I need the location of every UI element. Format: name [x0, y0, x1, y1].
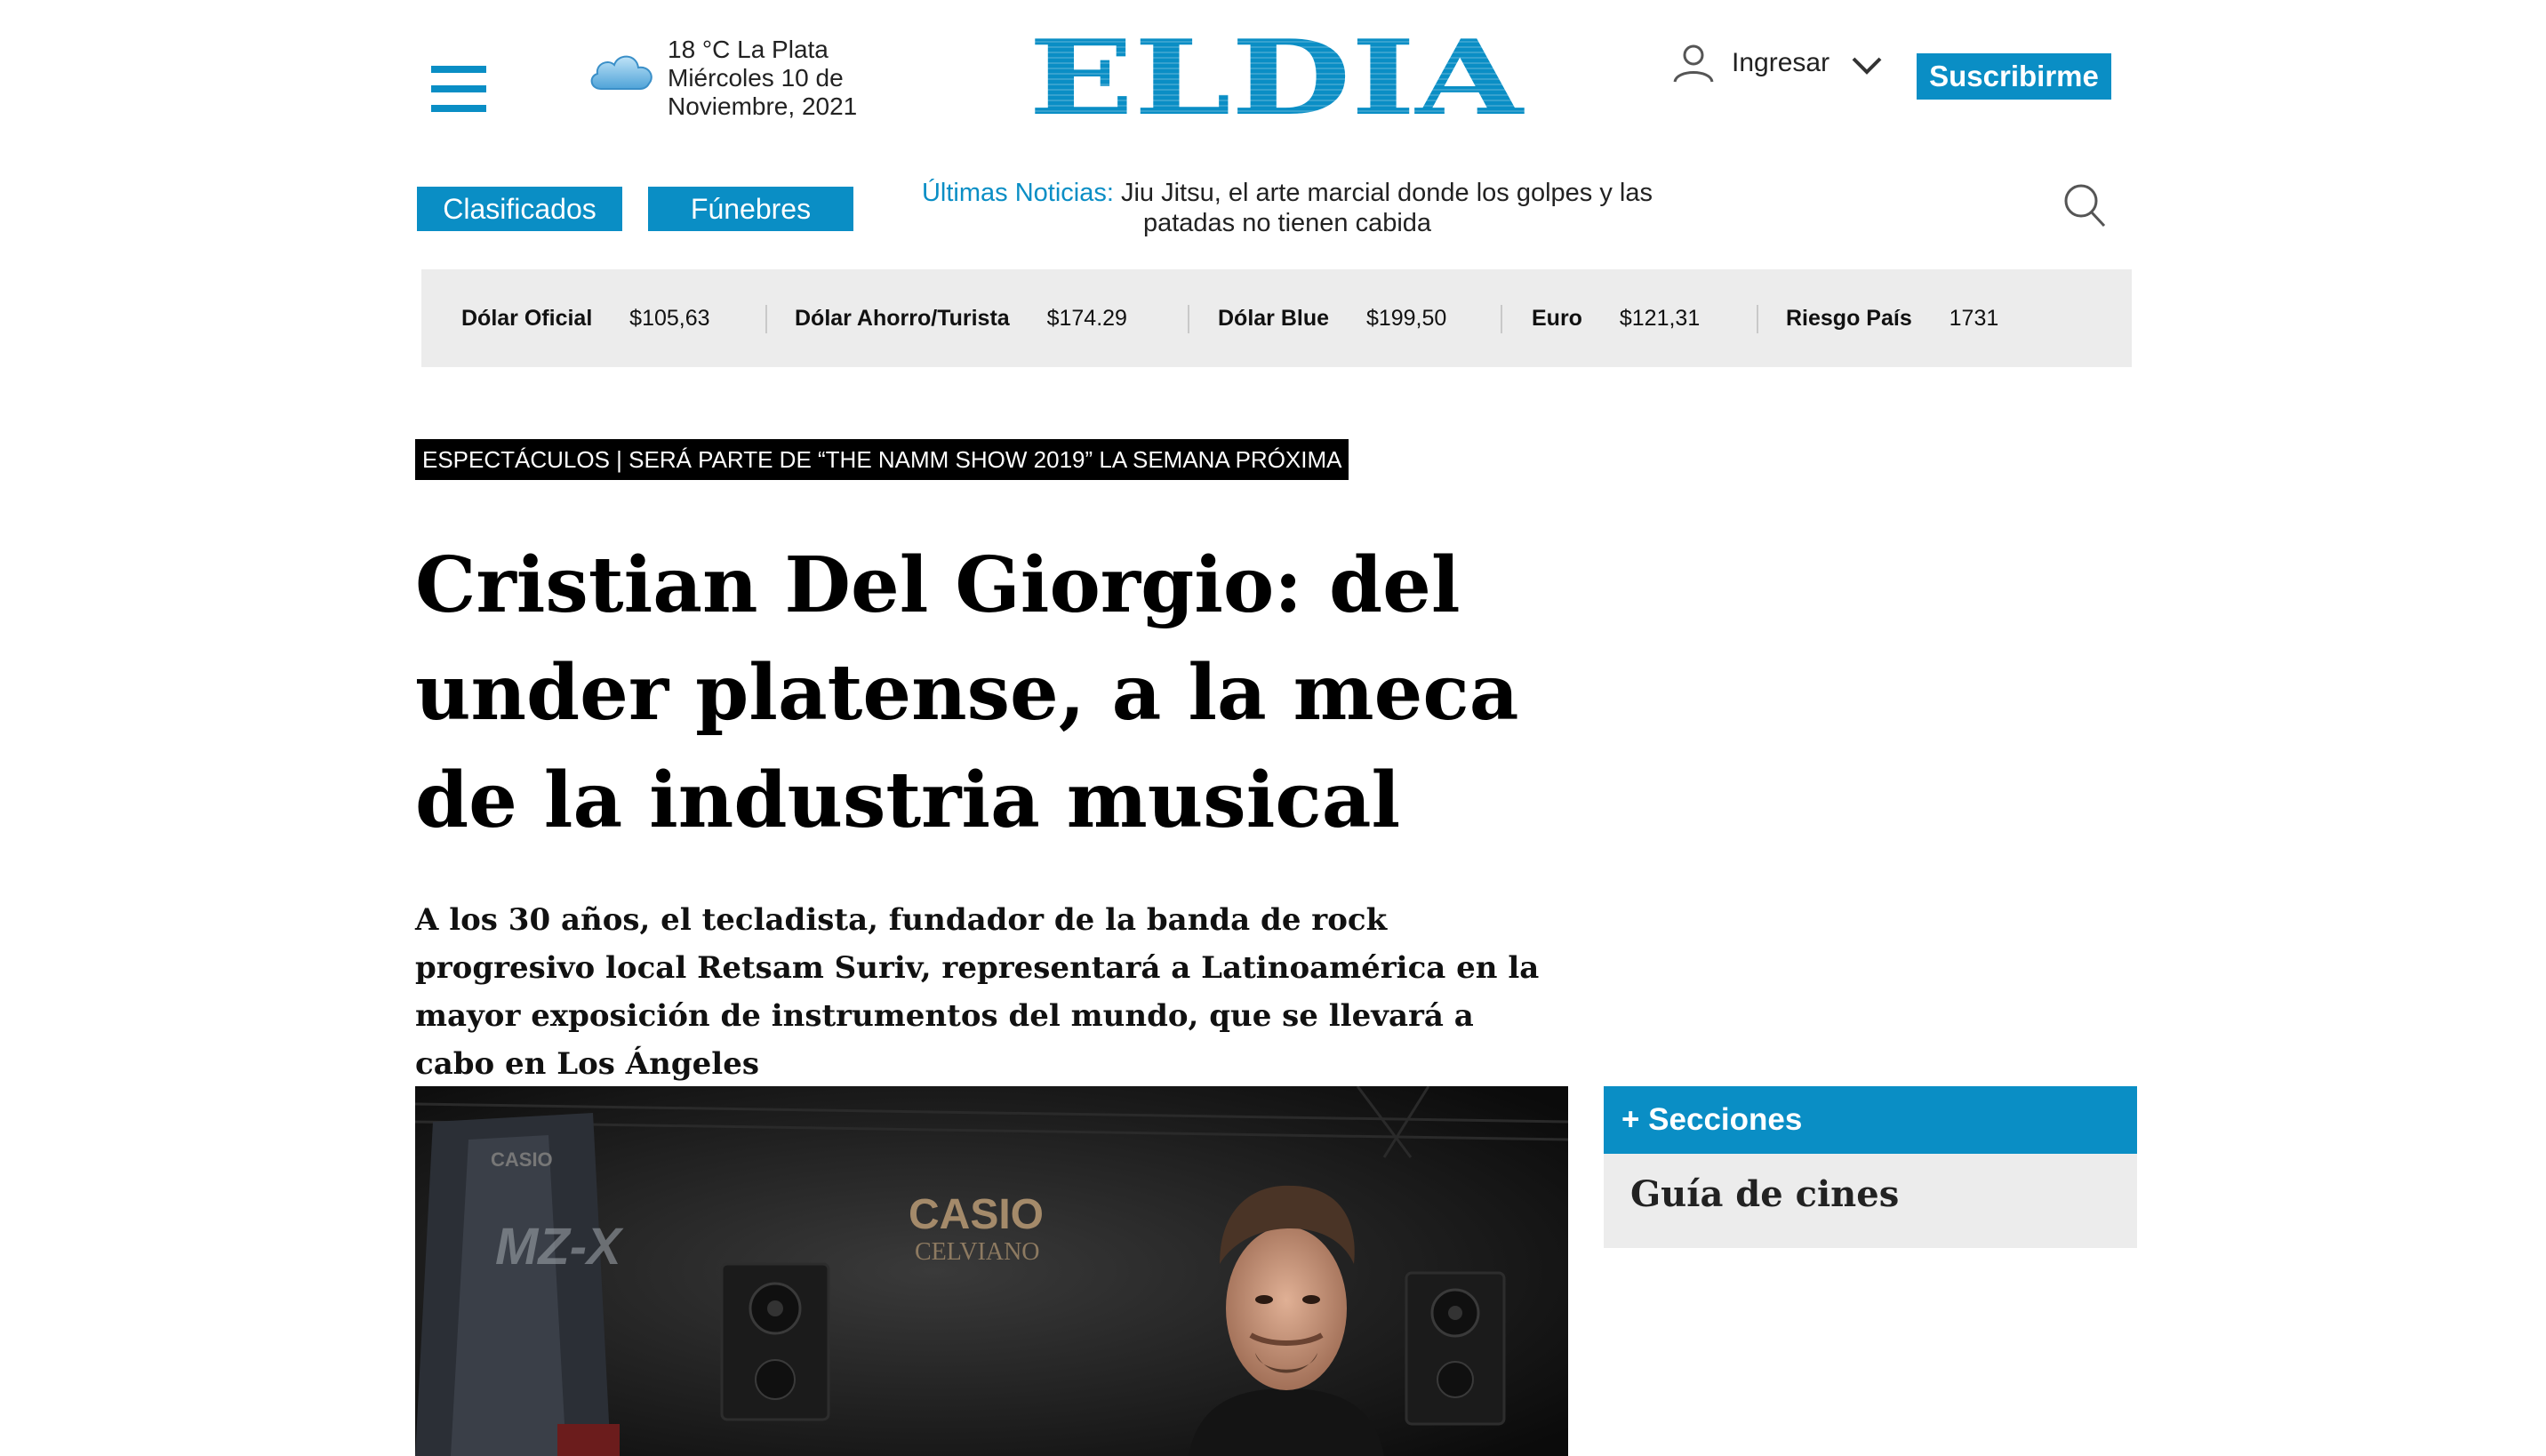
login-label: Ingresar — [1732, 48, 1830, 77]
photo-brand-text: CASIO — [491, 1148, 553, 1171]
sections-toggle[interactable]: + Secciones — [1604, 1086, 2137, 1154]
divider — [765, 305, 767, 333]
photo-brand-text: MZ-X — [495, 1218, 624, 1276]
currency-value: $199,50 — [1365, 306, 1447, 331]
login-menu[interactable]: Ingresar — [1671, 41, 1885, 89]
currency-value: $105,63 — [629, 306, 710, 331]
weather-date-month: Noviembre, 2021 — [668, 92, 858, 120]
sections-label: + Secciones — [1621, 1102, 1803, 1137]
ticker-headline-link[interactable]: Jiu Jitsu, el arte marcial donde los gol… — [1121, 179, 1653, 237]
search-icon[interactable] — [2062, 181, 2107, 229]
chevron-down-icon — [1852, 57, 1882, 75]
sidebar-panel: Guía de cines — [1604, 1154, 2137, 1248]
currency-name: Euro — [1532, 306, 1582, 331]
subscribe-button[interactable]: Suscribirme — [1917, 53, 2111, 100]
currency-name: Riesgo País — [1786, 306, 1912, 331]
currency-item: Riesgo País 1731 — [1786, 269, 1998, 367]
currency-name: Dólar Ahorro/Turista — [795, 306, 1010, 331]
currency-value: 1731 — [1949, 306, 1999, 331]
article-headline: Cristian Del Giorgio: del under platense… — [415, 540, 1519, 845]
currency-item: Dólar Oficial $105,63 — [461, 269, 710, 367]
divider — [1501, 305, 1502, 333]
clasificados-button[interactable]: Clasificados — [417, 187, 622, 231]
currency-bar: Dólar Oficial $105,63 Dólar Ahorro/Turis… — [421, 269, 2132, 367]
site-logo[interactable]: ELDIA — [1027, 32, 1525, 121]
currency-item: Dólar Ahorro/Turista $174.29 — [795, 269, 1127, 367]
divider — [1757, 305, 1758, 333]
article-photo[interactable]: CASIO MZ-X CASIO CELVIANO — [415, 1086, 1568, 1456]
funebres-button[interactable]: Fúnebres — [648, 187, 853, 231]
currency-item: Dólar Blue $199,50 — [1218, 269, 1446, 367]
weather-temp-location: 18 °C La Plata — [668, 36, 829, 63]
weather-date-day: Miércoles 10 de — [668, 64, 844, 92]
photo-illustration: CASIO MZ-X CASIO CELVIANO — [415, 1086, 1568, 1456]
divider — [1188, 305, 1189, 333]
currency-value: $174.29 — [1046, 306, 1127, 331]
cloud-icon — [590, 55, 653, 90]
latest-news-ticker: Últimas Noticias: Jiu Jitsu, el arte mar… — [878, 178, 1696, 238]
ticker-label: Últimas Noticias: — [921, 179, 1114, 207]
menu-icon[interactable] — [431, 66, 486, 112]
weather-widget: 18 °C La Plata Miércoles 10 de Noviembre… — [587, 36, 871, 124]
currency-value: $121,31 — [1619, 306, 1701, 331]
article-kicker: ESPECTÁCULOS | SERÁ PARTE DE “THE NAMM S… — [415, 439, 1349, 480]
logo-text: ELDIA — [1029, 32, 1525, 121]
currency-name: Dólar Blue — [1218, 306, 1330, 331]
article-lead: A los 30 años, el tecladista, fundador d… — [415, 902, 1540, 1082]
guia-de-cines-link[interactable]: Guía de cines — [1630, 1173, 1899, 1215]
photo-brand-text: CELVIANO — [915, 1238, 1040, 1266]
user-icon — [1673, 44, 1714, 83]
currency-item: Euro $121,31 — [1532, 269, 1700, 367]
currency-name: Dólar Oficial — [461, 306, 593, 331]
photo-brand-text: CASIO — [909, 1191, 1044, 1238]
